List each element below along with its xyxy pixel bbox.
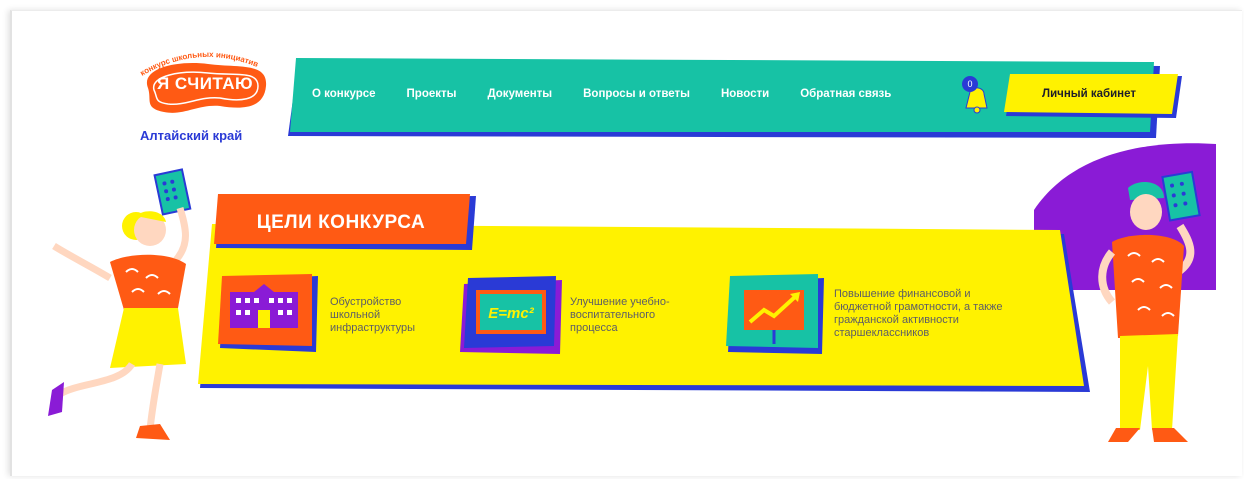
goals-title-badge: ЦЕЛИ КОНКУРСА: [214, 194, 476, 250]
goal-text-infrastructure: Обустройство школьной инфраструктуры: [330, 296, 415, 335]
nav-item-news[interactable]: Новости: [721, 88, 769, 100]
goal-3-line-3: гражданской активности: [834, 314, 959, 326]
goal-3-line-4: старшеклассников: [834, 327, 930, 339]
formula-board-icon: E=mc²: [460, 276, 562, 354]
region-label: Алтайский край: [140, 128, 243, 143]
goal-3-line-2: бюджетной грамотности, а также: [834, 301, 1003, 313]
cabinet-button-label: Личный кабинет: [1042, 88, 1136, 100]
personal-cabinet-button[interactable]: Личный кабинет: [1004, 74, 1184, 118]
goal-1-line-3: инфраструктуры: [330, 322, 416, 334]
goal-3-line-1: Повышение финансовой и: [834, 288, 971, 300]
notification-badge: 0: [962, 76, 978, 92]
nav-item-feedback[interactable]: Обратная связь: [800, 88, 891, 100]
nav-item-projects[interactable]: Проекты: [407, 88, 457, 100]
goal-2-line-2: воспитательного: [570, 309, 656, 321]
goal-text-literacy: Повышение финансовой и бюджетной грамотн…: [834, 288, 1002, 340]
school-building-icon: [218, 274, 318, 352]
growth-chart-icon: [726, 274, 824, 354]
logo-main-text: Я СЧИТАЮ: [156, 74, 254, 93]
goal-1-line-1: Обустройство: [330, 296, 402, 308]
goal-1-line-2: школьной: [330, 309, 381, 321]
nav-menu: О конкурсе Проекты Документы Вопросы и о…: [312, 88, 922, 100]
nav-item-about[interactable]: О конкурсе: [312, 88, 376, 100]
girl-illustration: [48, 168, 192, 440]
goals-title: ЦЕЛИ КОНКУРСА: [256, 212, 426, 233]
goal-2-line-1: Улучшение учебно-: [570, 296, 670, 308]
nav-item-documents[interactable]: Документы: [487, 88, 552, 100]
goal-2-line-3: процесса: [570, 322, 618, 334]
formula-text: E=mc²: [488, 305, 534, 322]
nav-item-faq[interactable]: Вопросы и ответы: [583, 88, 690, 100]
goal-text-education: Улучшение учебно- воспитательного процес…: [570, 296, 670, 335]
page: конкурс школьных инициатив Я СЧИТАЮ Алта…: [0, 0, 1244, 479]
boy-illustration: [1098, 170, 1201, 442]
